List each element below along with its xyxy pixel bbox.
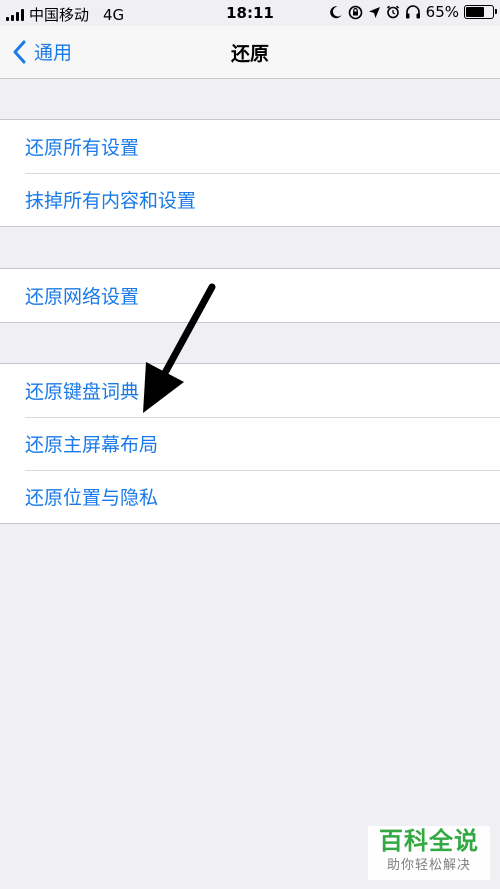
watermark-title: 百科全说 (379, 827, 479, 855)
list-item-label: 还原键盘词典 (25, 381, 140, 403)
status-right: 65% (329, 3, 497, 21)
location-icon (368, 6, 380, 18)
list-item-label: 还原位置与隐私 (25, 487, 159, 509)
list-item-label: 还原网络设置 (25, 286, 140, 308)
battery-icon (464, 5, 497, 19)
list-item-label: 还原所有设置 (25, 137, 140, 159)
watermark-logo: 百科全说 助你轻松解决 (368, 826, 490, 880)
reset-keyboard-dictionary-item[interactable]: 还原键盘词典 (0, 364, 500, 417)
rotation-lock-icon (348, 5, 362, 19)
battery-percent: 65% (425, 3, 459, 21)
reset-all-settings-item[interactable]: 还原所有设置 (0, 120, 500, 173)
reset-location-privacy-item[interactable]: 还原位置与隐私 (0, 470, 500, 523)
page-title: 还原 (230, 43, 269, 65)
moon-icon (329, 6, 342, 19)
settings-group-other: 还原键盘词典 还原主屏幕布局 还原位置与隐私 (0, 363, 500, 524)
battery-fill (466, 7, 485, 17)
navigation-bar: 通用 还原 (0, 26, 500, 79)
reset-home-screen-layout-item[interactable]: 还原主屏幕布局 (0, 417, 500, 470)
headphones-icon (405, 5, 420, 19)
list-item-label: 还原主屏幕布局 (25, 434, 159, 456)
reset-network-settings-item[interactable]: 还原网络设置 (0, 269, 500, 322)
alarm-icon (386, 5, 399, 19)
status-bar: 中国移动 4G 18:11 65% (0, 0, 500, 26)
settings-group-reset-all: 还原所有设置 抹掉所有内容和设置 (0, 119, 500, 227)
list-item-label: 抹掉所有内容和设置 (25, 190, 197, 212)
watermark-subtitle: 助你轻松解决 (386, 858, 471, 873)
settings-group-network: 还原网络设置 (0, 268, 500, 323)
erase-all-content-item[interactable]: 抹掉所有内容和设置 (0, 173, 500, 226)
